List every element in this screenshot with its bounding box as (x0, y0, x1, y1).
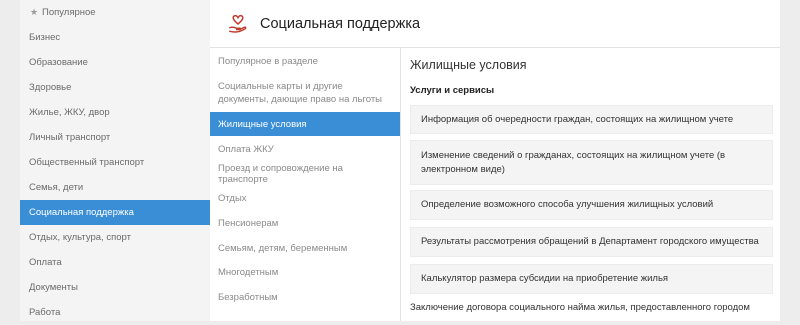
service-link[interactable]: Заключение договора социального найма жи… (410, 302, 750, 313)
sidebar-nav: ★ Популярное Бизнес Образование Здоровье … (20, 0, 210, 321)
sidebar-item-label: Личный транспорт (29, 132, 111, 143)
sidebar-item-education[interactable]: Образование (20, 50, 210, 75)
sidebar-item-label: Отдых, культура, спорт (29, 232, 131, 243)
service-card-label: Определение возможного способа улучшения… (421, 199, 714, 210)
sidebar-item-label: Популярное (42, 7, 96, 18)
submenu-item-popular[interactable]: Популярное в разделе (210, 48, 400, 74)
sidebar-item-label: Образование (29, 57, 88, 68)
page-title: Социальная поддержка (260, 15, 421, 32)
service-card-label: Результаты рассмотрения обращений в Депа… (421, 236, 759, 247)
sidebar-item-label: Жилье, ЖКУ, двор (29, 107, 110, 118)
service-card-label: Изменение сведений о гражданах, состоящи… (421, 149, 726, 175)
sidebar-item-label: Семья, дети (29, 182, 84, 193)
service-card[interactable]: Определение возможного способа улучшения… (410, 190, 773, 220)
sidebar-item-label: Документы (29, 282, 78, 293)
submenu-item-label: Жилищные условия (218, 118, 307, 130)
submenu-item-label: Оплата ЖКУ (218, 143, 274, 155)
sidebar-item-personal-transport[interactable]: Личный транспорт (20, 125, 210, 150)
submenu-item-label: Отдых (218, 193, 247, 204)
sidebar-item-payment[interactable]: Оплата (20, 250, 210, 275)
submenu-item-rest[interactable]: Отдых (210, 186, 400, 211)
submenu-item-pensioners[interactable]: Пенсионерам (210, 211, 400, 236)
sidebar-item-health[interactable]: Здоровье (20, 75, 210, 100)
service-card[interactable]: Информация об очередности граждан, состо… (410, 105, 773, 134)
sidebar-item-work[interactable]: Работа (20, 300, 210, 325)
submenu-item-transport[interactable]: Проезд и сопровождение на транспорте (210, 162, 400, 186)
sidebar-item-label: Бизнес (29, 32, 61, 43)
panel-header: Социальная поддержка (210, 0, 780, 48)
sidebar-item-label: Работа (29, 307, 61, 318)
submenu: Популярное в разделе Социальные карты и … (210, 48, 401, 321)
sidebar-item-public-transport[interactable]: Общественный транспорт (20, 150, 210, 175)
sidebar-item-label: Оплата (29, 257, 62, 268)
star-icon: ★ (30, 7, 39, 17)
sidebar-item-leisure[interactable]: Отдых, культура, спорт (20, 225, 210, 250)
content-area: Жилищные условия Услуги и сервисы Информ… (410, 48, 780, 321)
sidebar-item-label: Общественный транспорт (29, 157, 145, 168)
service-card-label: Калькулятор размера субсидии на приобрет… (421, 273, 669, 284)
section-title: Жилищные условия (410, 58, 527, 72)
submenu-item-large-families[interactable]: Многодетным (210, 260, 400, 285)
submenu-item-label: Популярное в разделе (218, 55, 318, 67)
submenu-item-label: Многодетным (218, 267, 279, 278)
service-card[interactable]: Изменение сведений о гражданах, состоящи… (410, 140, 773, 185)
hand-heart-icon (229, 14, 247, 33)
service-card[interactable]: Калькулятор размера субсидии на приобрет… (410, 264, 773, 294)
submenu-item-label: Социальные карты и другие документы, даю… (218, 81, 382, 105)
submenu-item-label: Безработным (218, 291, 278, 303)
submenu-item-label: Проезд и сопровождение на транспорте (218, 163, 343, 185)
submenu-item-families[interactable]: Семьям, детям, беременным (210, 236, 400, 260)
sidebar-item-label: Здоровье (29, 82, 72, 93)
sidebar-item-housing[interactable]: Жилье, ЖКУ, двор (20, 100, 210, 125)
submenu-item-unemployed[interactable]: Безработным (210, 285, 400, 309)
main-panel: Социальная поддержка Популярное в раздел… (210, 0, 780, 321)
submenu-item-label: Семьям, детям, беременным (218, 242, 348, 254)
sidebar-item-label: Социальная поддержка (29, 207, 134, 218)
sidebar-item-family[interactable]: Семья, дети (20, 175, 210, 200)
service-card-label: Информация об очередности граждан, состо… (421, 113, 734, 125)
sidebar-item-documents[interactable]: Документы (20, 275, 210, 300)
section-subtitle: Услуги и сервисы (410, 85, 495, 96)
submenu-item-label: Пенсионерам (218, 218, 279, 229)
sidebar-item-business[interactable]: Бизнес (20, 25, 210, 50)
submenu-item-social-cards[interactable]: Социальные карты и другие документы, даю… (210, 74, 400, 112)
submenu-item-housing[interactable]: Жилищные условия (210, 112, 400, 136)
submenu-item-utilities[interactable]: Оплата ЖКУ (210, 136, 400, 162)
sidebar-item-popular[interactable]: ★ Популярное (20, 0, 210, 25)
service-card[interactable]: Результаты рассмотрения обращений в Депа… (410, 227, 773, 257)
sidebar-item-social-support[interactable]: Социальная поддержка (20, 200, 210, 225)
